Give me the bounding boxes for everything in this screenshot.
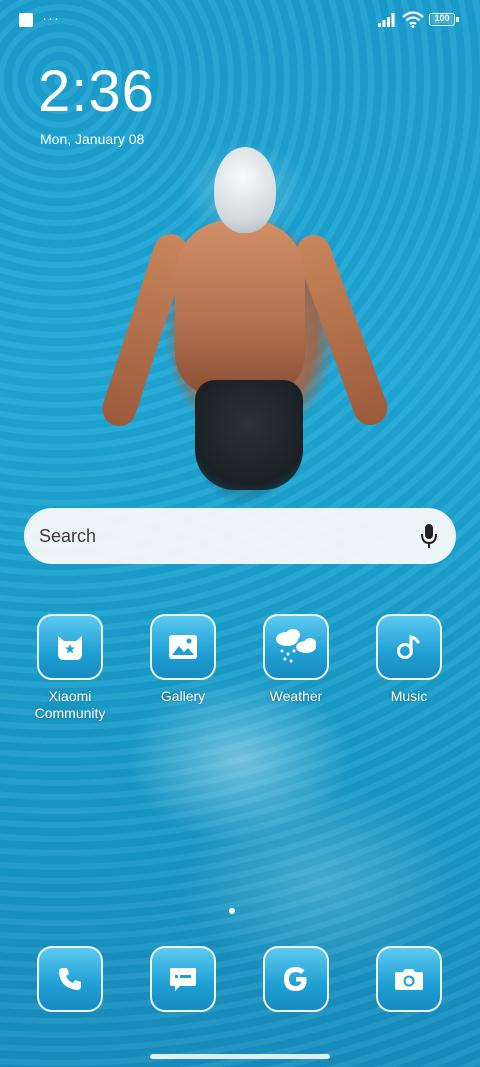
messages-icon — [150, 946, 216, 1012]
mic-icon[interactable] — [420, 523, 438, 549]
app-music[interactable]: Music — [359, 614, 459, 705]
app-gallery[interactable]: Gallery — [133, 614, 233, 705]
app-weather[interactable]: Weather — [246, 614, 346, 705]
app-label: Music — [390, 688, 428, 704]
gallery-icon — [150, 614, 216, 680]
search-bar[interactable]: Search — [24, 508, 456, 564]
status-bar: ··· 100 — [0, 0, 480, 40]
dock-app-messages[interactable] — [133, 946, 233, 1012]
weather-icon — [263, 614, 329, 680]
battery-level-text: 100 — [434, 13, 450, 23]
wifi-icon — [402, 11, 424, 28]
dock-app-camera[interactable] — [359, 946, 459, 1012]
wallpaper-swimmer-torso — [175, 220, 305, 395]
music-icon — [376, 614, 442, 680]
page-indicator[interactable] — [229, 908, 235, 914]
more-notifications-indicator: ··· — [42, 10, 60, 27]
camera-icon — [376, 946, 442, 1012]
clock-time[interactable]: 2:36 — [38, 58, 155, 125]
dock-app-google[interactable] — [246, 946, 346, 1012]
app-label: Xiaomi Community — [34, 688, 106, 721]
home-indicator[interactable] — [150, 1054, 330, 1059]
phone-icon — [37, 946, 103, 1012]
xiaomi-community-icon — [37, 614, 103, 680]
clock-date[interactable]: Mon, January 08 — [40, 131, 144, 147]
dock-app-phone[interactable] — [20, 946, 120, 1012]
search-placeholder: Search — [39, 526, 97, 546]
wallpaper-swimmer-cap — [214, 147, 276, 233]
app-label: Gallery — [160, 688, 206, 704]
app-xiaomi-community[interactable]: Xiaomi Community — [20, 614, 120, 722]
battery-tip — [456, 17, 459, 22]
app-label: Weather — [269, 688, 323, 704]
signal-icon — [378, 13, 395, 27]
google-icon — [263, 946, 329, 1012]
wallpaper-swimmer-shorts — [195, 380, 303, 490]
battery-icon: 100 — [429, 13, 455, 26]
notification-icon — [19, 13, 33, 27]
